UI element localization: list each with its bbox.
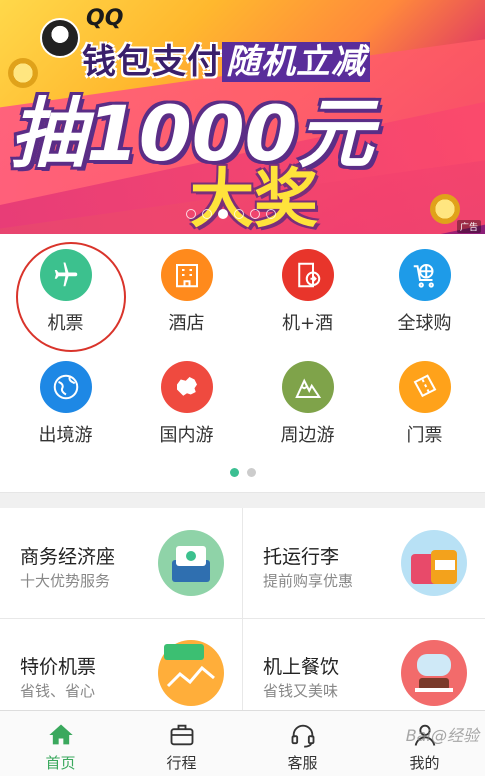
- banner-pager: [186, 209, 276, 219]
- section-divider: [0, 492, 485, 508]
- pager-dot[interactable]: [186, 209, 196, 219]
- tab-label: 我的: [409, 754, 440, 772]
- meal-icon: [401, 640, 467, 706]
- promo-special-fares[interactable]: 特价机票 省钱、省心: [0, 618, 242, 719]
- seat-icon: [158, 530, 224, 596]
- service-label: 机+酒: [281, 313, 334, 334]
- pager-dot[interactable]: [250, 209, 260, 219]
- promo-title: 托运行李: [263, 546, 340, 568]
- mountain-icon: [281, 361, 334, 413]
- service-label: 机票: [47, 313, 84, 334]
- home-icon: [48, 724, 73, 745]
- service-label: 国内游: [159, 425, 214, 446]
- promo-business-economy[interactable]: 商务经济座 十大优势服务: [0, 508, 242, 609]
- service-domestic-tour[interactable]: 国内游: [126, 346, 247, 458]
- banner-headline-1: 钱包支付 随机立减: [82, 34, 472, 82]
- luggage-icon: [401, 530, 467, 596]
- grid-pager: [230, 468, 256, 477]
- service-label: 门票: [406, 425, 443, 446]
- tab-label: 行程: [166, 754, 197, 772]
- service-grid: 机票 酒店 机+酒 全球购 出境游 国内游 周边游 门票: [0, 234, 485, 492]
- service-label: 全球购: [397, 313, 452, 334]
- tab-home[interactable]: 首页: [0, 711, 121, 776]
- tab-label: 首页: [45, 754, 76, 772]
- promo-title: 机上餐饮: [263, 656, 340, 678]
- tab-itinerary[interactable]: 行程: [121, 711, 242, 776]
- global-cart-icon: [398, 249, 451, 301]
- tab-label: 客服: [287, 754, 318, 772]
- pager-dot[interactable]: [247, 468, 256, 477]
- service-global-shopping[interactable]: 全球购: [364, 234, 485, 346]
- pager-dot[interactable]: [230, 468, 239, 477]
- qq-penguin-logo: [40, 18, 80, 58]
- promo-subtitle: 十大优势服务: [20, 572, 111, 590]
- service-flight-hotel[interactable]: 机+酒: [247, 234, 368, 346]
- promo-inflight-meals[interactable]: 机上餐饮 省钱又美味: [243, 618, 485, 719]
- banner-brand: QQ: [86, 6, 124, 31]
- headset-icon: [291, 724, 314, 748]
- row-divider: [0, 618, 485, 619]
- service-label: 周边游: [280, 425, 335, 446]
- flight-hotel-icon: [281, 249, 334, 301]
- promo-title: 特价机票: [20, 656, 97, 678]
- service-tickets[interactable]: 门票: [364, 346, 485, 458]
- plane-icon: [39, 249, 92, 301]
- promo-checked-baggage[interactable]: 托运行李 提前购享优惠: [243, 508, 485, 609]
- pager-dot[interactable]: [202, 209, 212, 219]
- promo-subtitle: 省钱又美味: [263, 682, 339, 700]
- price-chart-icon: [158, 640, 224, 706]
- service-flights[interactable]: 机票: [5, 234, 126, 346]
- service-outbound-tour[interactable]: 出境游: [5, 346, 126, 458]
- tab-customer-service[interactable]: 客服: [242, 711, 363, 776]
- service-nearby-tour[interactable]: 周边游: [247, 346, 368, 458]
- briefcase-icon: [170, 724, 193, 746]
- ticket-icon: [398, 361, 451, 413]
- promo-subtitle: 提前购享优惠: [263, 572, 354, 590]
- promo-cards: 商务经济座 十大优势服务 托运行李 提前购享优惠 特价机票 省钱、省心 机上餐饮…: [0, 508, 485, 710]
- service-label: 出境游: [38, 425, 93, 446]
- service-label: 酒店: [168, 313, 205, 334]
- pager-dot[interactable]: [266, 209, 276, 219]
- pager-dot[interactable]: [218, 209, 228, 219]
- globe-icon: [39, 361, 92, 413]
- promo-banner[interactable]: QQ 钱包支付 随机立减 抽1000元 大奖 广告: [0, 0, 485, 234]
- promo-subtitle: 省钱、省心: [20, 682, 96, 700]
- pager-dot[interactable]: [234, 209, 244, 219]
- china-map-icon: [160, 361, 213, 413]
- promo-title: 商务经济座: [20, 546, 116, 568]
- ad-tag: 广告: [456, 220, 481, 233]
- watermark: Bai@经验: [405, 726, 479, 745]
- app-screen: { "banner": { "brand": "QQ", "line1_a": …: [0, 0, 485, 776]
- service-hotel[interactable]: 酒店: [126, 234, 247, 346]
- hotel-icon: [160, 249, 213, 301]
- column-divider: [242, 508, 243, 710]
